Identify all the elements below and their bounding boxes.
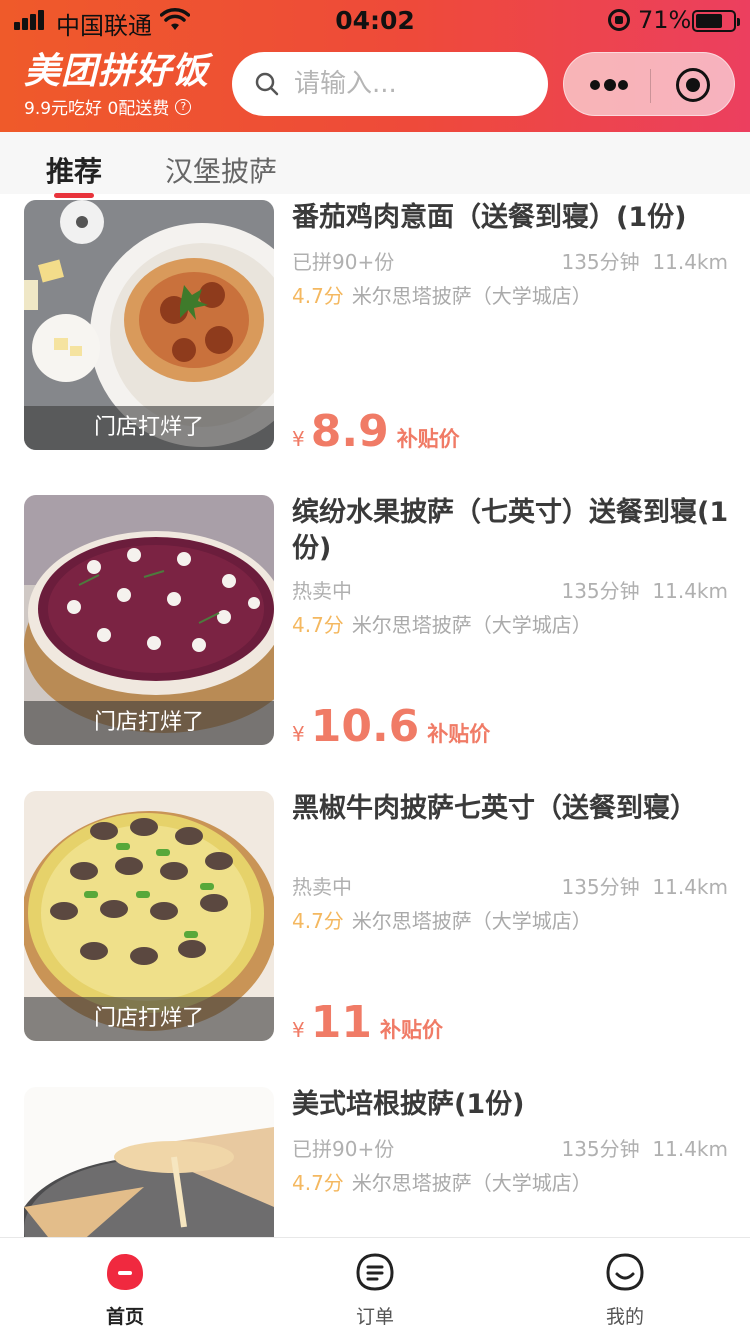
search-icon <box>255 72 279 96</box>
sales-row: 已拼90+份 135分钟 11.4km <box>292 1133 728 1162</box>
nav-label: 首页 <box>105 1306 144 1328</box>
search-bar[interactable] <box>232 52 548 116</box>
nav-orders[interactable]: 订单 <box>315 1252 435 1329</box>
distance: 11.4km <box>652 579 728 603</box>
store-row: 4.7分 米尔思塔披萨（大学城店） <box>292 280 728 309</box>
brand: 美团拼好饭 9.9元吃好 0配送费 ? <box>24 51 210 120</box>
more-icon[interactable] <box>590 75 628 95</box>
distance: 11.4km <box>652 1137 728 1161</box>
nav-profile[interactable]: 我的 <box>565 1252 685 1329</box>
store-rating: 4.7分 <box>292 909 344 933</box>
store-name[interactable]: 米尔思塔披萨（大学城店） <box>352 284 592 308</box>
price-row: ¥ 8.9 补贴价 <box>292 406 460 457</box>
product-list: 门店打烊了 番茄鸡肉意面（送餐到寝）(1份) 已拼90+份 135分钟 11.4… <box>0 194 750 1237</box>
price-value: 11 <box>310 997 372 1048</box>
product-title[interactable]: 黑椒牛肉披萨七英寸（送餐到寝） <box>292 791 732 827</box>
product-card[interactable]: 门店打烊了 黑椒牛肉披萨七英寸（送餐到寝） 热卖中 135分钟 11.4km 4… <box>0 785 750 1075</box>
price-row: ¥ 11 补贴价 <box>292 997 443 1048</box>
currency-symbol: ¥ <box>292 427 305 451</box>
product-card[interactable]: 美式培根披萨(1份) 已拼90+份 135分钟 11.4km 4.7分 米尔思塔披… <box>0 1081 750 1237</box>
price-value: 8.9 <box>310 406 389 457</box>
product-card[interactable]: 门店打烊了 番茄鸡肉意面（送餐到寝）(1份) 已拼90+份 135分钟 11.4… <box>0 194 750 484</box>
store-row: 4.7分 米尔思塔披萨（大学城店） <box>292 609 728 638</box>
store-name[interactable]: 米尔思塔披萨（大学城店） <box>352 909 592 933</box>
currency-symbol: ¥ <box>292 1018 305 1042</box>
price-tag: 补贴价 <box>379 1018 443 1042</box>
sold-count: 已拼90+份 <box>292 250 395 274</box>
distance: 11.4km <box>652 875 728 899</box>
product-title[interactable]: 番茄鸡肉意面（送餐到寝）(1份) <box>292 200 732 236</box>
store-closed-overlay: 门店打烊了 <box>24 701 274 745</box>
store-row: 4.7分 米尔思塔披萨（大学城店） <box>292 1167 728 1196</box>
status-bar: 中国联通 04:02 71% <box>0 0 750 42</box>
product-image: 门店打烊了 <box>24 200 274 450</box>
sales-row: 热卖中 135分钟 11.4km <box>292 871 728 900</box>
store-rating: 4.7分 <box>292 284 344 308</box>
store-closed-overlay: 门店打烊了 <box>24 997 274 1041</box>
delivery-time: 135分钟 <box>561 875 640 899</box>
store-closed-overlay: 门店打烊了 <box>24 406 274 450</box>
nav-label: 订单 <box>355 1306 394 1328</box>
delivery-time: 135分钟 <box>561 250 640 274</box>
sales-row: 热卖中 135分钟 11.4km <box>292 575 728 604</box>
rotation-lock-icon <box>608 9 630 31</box>
brand-subtitle: 9.9元吃好 0配送费 <box>24 99 170 119</box>
bacon-pizza-image <box>24 1087 274 1237</box>
product-title[interactable]: 缤纷水果披萨（七英寸）送餐到寝(1份) <box>292 495 732 567</box>
product-image: 门店打烊了 <box>24 791 274 1041</box>
tab-recommend[interactable]: 推荐 <box>46 150 102 190</box>
battery-icon <box>692 10 740 32</box>
close-miniapp-icon[interactable] <box>676 68 710 102</box>
price-row: ¥ 10.6 补贴价 <box>292 701 490 752</box>
category-tabs: 推荐 汉堡披萨 <box>0 132 750 194</box>
miniapp-capsule <box>563 52 735 116</box>
bottom-tab-bar: 首页 订单 我的 <box>0 1237 750 1334</box>
currency-symbol: ¥ <box>292 722 305 746</box>
price-tag: 补贴价 <box>396 427 460 451</box>
sold-count: 热卖中 <box>292 875 352 899</box>
home-icon <box>107 1254 143 1290</box>
orders-icon <box>356 1253 394 1291</box>
battery-percent: 71% <box>638 6 692 34</box>
store-rating: 4.7分 <box>292 1171 344 1195</box>
app-header: 中国联通 04:02 71% 美团拼好饭 9.9元吃好 0配送费 ? <box>0 0 750 132</box>
product-image: 门店打烊了 <box>24 495 274 745</box>
sold-count: 热卖中 <box>292 579 352 603</box>
help-icon[interactable]: ? <box>175 98 192 115</box>
price-tag: 补贴价 <box>427 722 491 746</box>
brand-subtitle-row: 9.9元吃好 0配送费 ? <box>24 94 209 119</box>
sales-row: 已拼90+份 135分钟 11.4km <box>292 246 728 275</box>
nav-home[interactable]: 首页 <box>65 1252 185 1329</box>
search-input[interactable] <box>294 69 534 99</box>
product-title[interactable]: 美式培根披萨(1份) <box>292 1087 732 1123</box>
price-value: 10.6 <box>310 701 420 752</box>
brand-logo: 美团拼好饭 <box>24 51 210 92</box>
store-row: 4.7分 米尔思塔披萨（大学城店） <box>292 905 728 934</box>
delivery-time: 135分钟 <box>561 579 640 603</box>
product-image <box>24 1087 274 1237</box>
delivery-time: 135分钟 <box>561 1137 640 1161</box>
sold-count: 已拼90+份 <box>292 1137 395 1161</box>
nav-label: 我的 <box>605 1306 644 1328</box>
store-rating: 4.7分 <box>292 613 344 637</box>
distance: 11.4km <box>652 250 728 274</box>
tab-burger-pizza[interactable]: 汉堡披萨 <box>165 150 277 190</box>
store-name[interactable]: 米尔思塔披萨（大学城店） <box>352 1171 592 1195</box>
capsule-divider <box>650 69 651 103</box>
profile-icon <box>606 1253 644 1291</box>
store-name[interactable]: 米尔思塔披萨（大学城店） <box>352 613 592 637</box>
product-card[interactable]: 门店打烊了 缤纷水果披萨（七英寸）送餐到寝(1份) 热卖中 135分钟 11.4… <box>0 489 750 779</box>
